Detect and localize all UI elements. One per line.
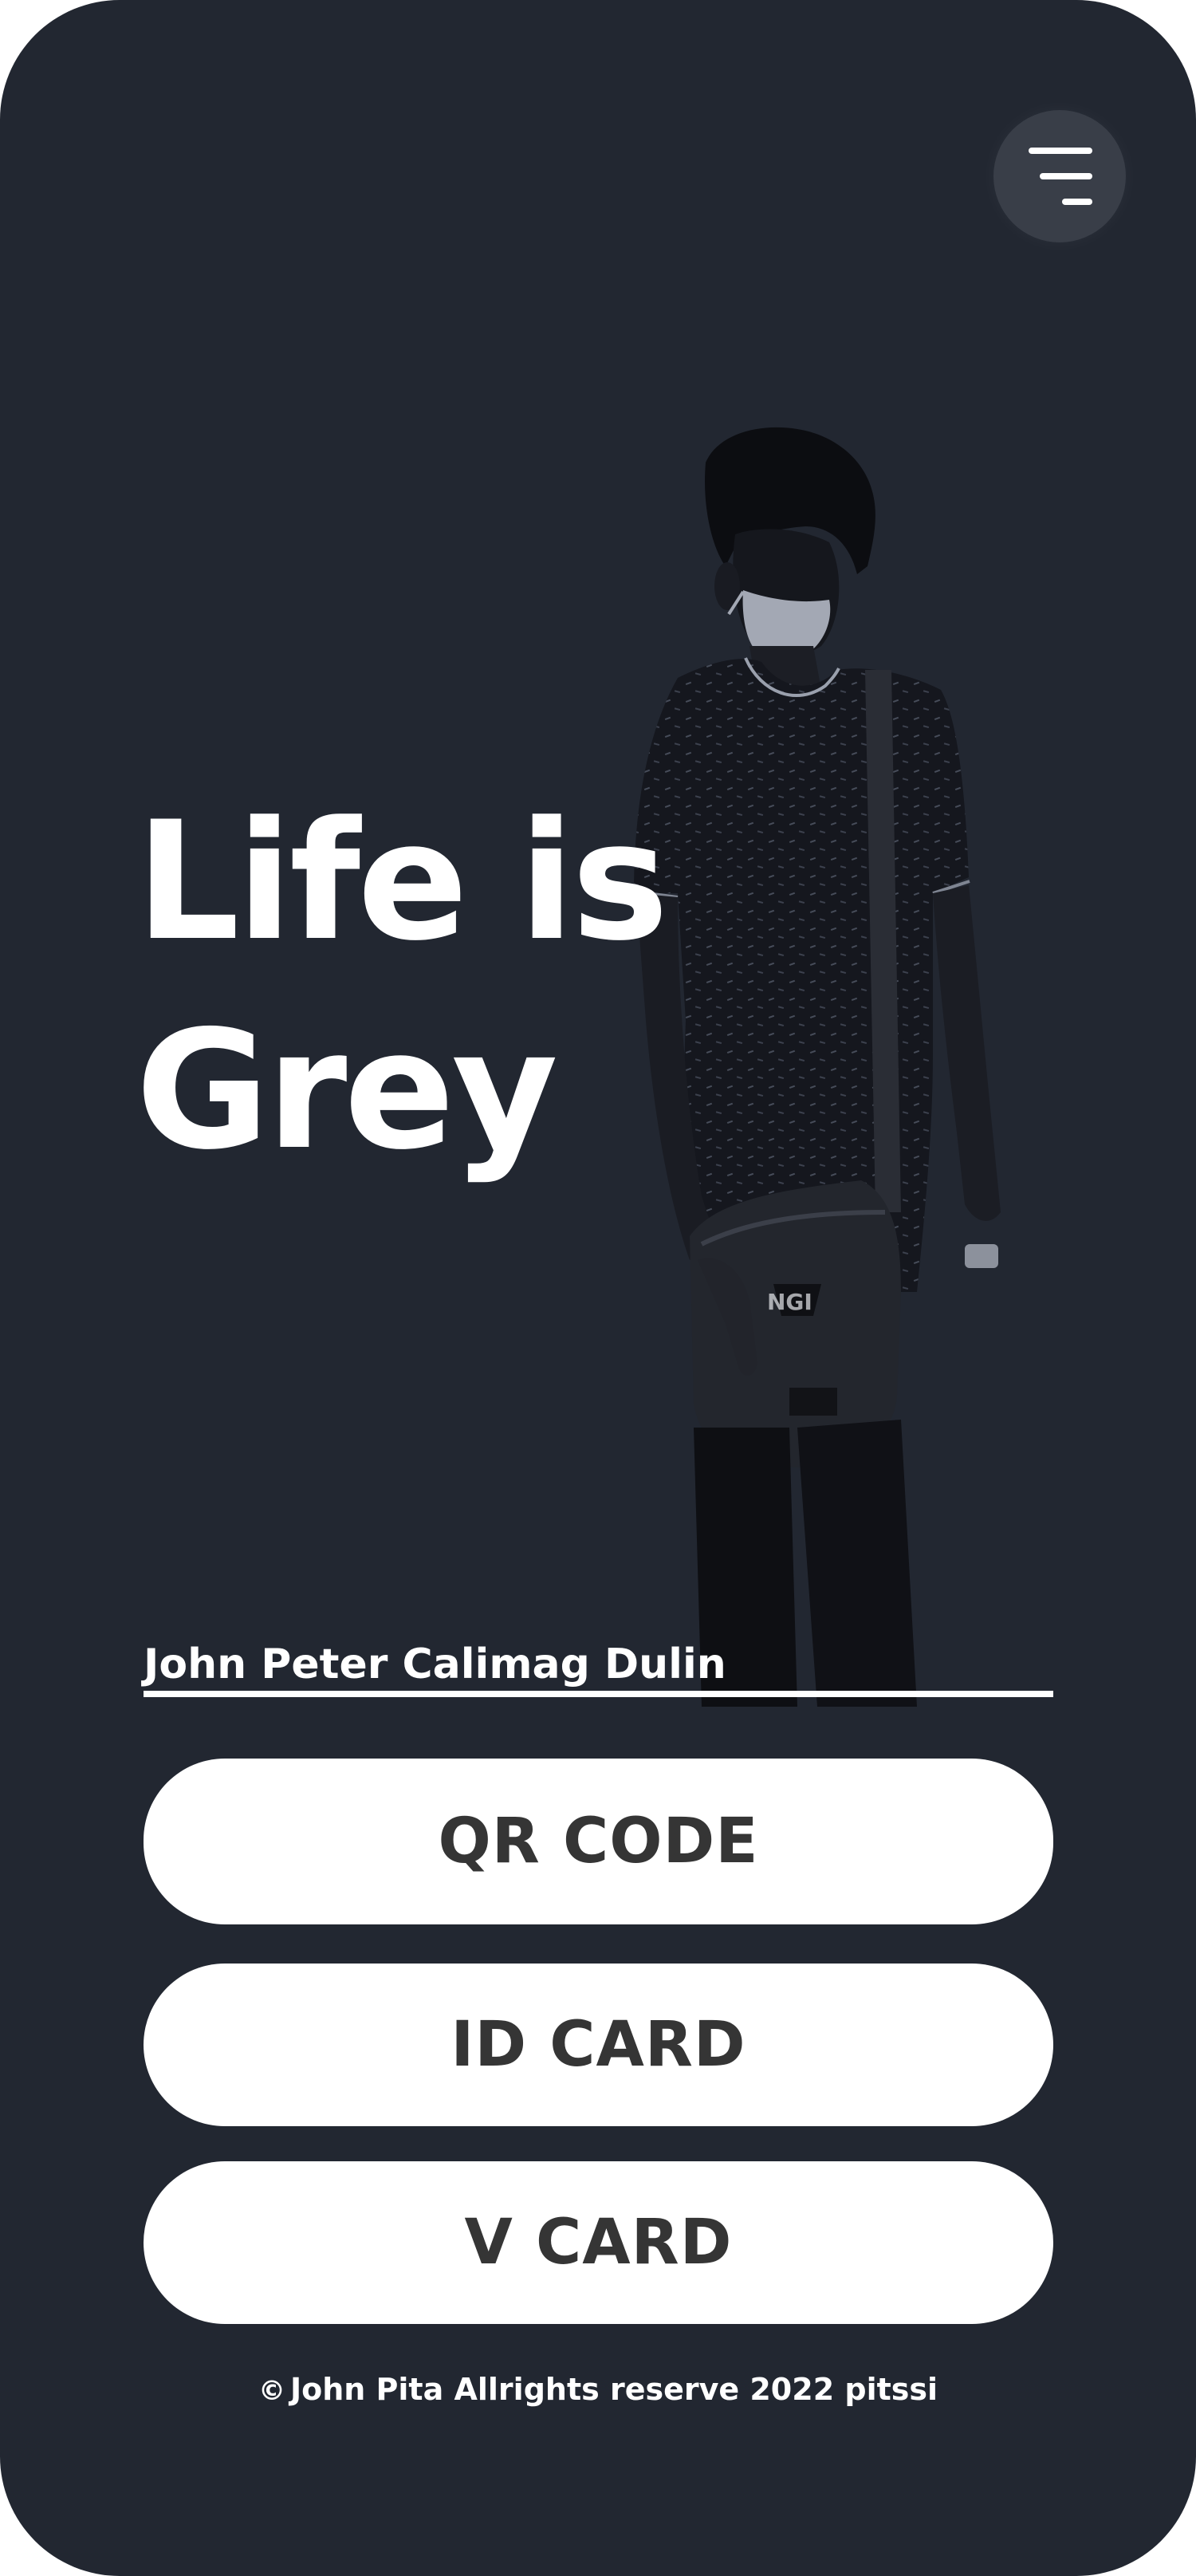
v-card-button[interactable]: V CARD (144, 2161, 1053, 2324)
id-card-button[interactable]: ID CARD (144, 1964, 1053, 2126)
name-underline (144, 1691, 1053, 1697)
headline-line-1: Life is (136, 787, 669, 977)
footer: © John Pita Allrights reserve 2022 pitssi (0, 2367, 1196, 2413)
app-screen: NGI Life is Grey John Peter Calimag Duli… (0, 0, 1196, 2576)
page-title: Life is Grey (136, 778, 669, 1195)
footer-text: John Pita Allrights reserve 2022 pitssi (289, 2372, 938, 2407)
menu-button[interactable] (993, 110, 1126, 242)
owner-name: John Peter Calimag Dulin (144, 1641, 726, 1688)
headline-line-2: Grey (136, 996, 558, 1186)
svg-text:NGI: NGI (767, 1289, 812, 1315)
menu-lines-icon (1029, 148, 1092, 205)
copyright-icon: © (258, 2375, 285, 2407)
qr-code-button[interactable]: QR CODE (144, 1759, 1053, 1924)
